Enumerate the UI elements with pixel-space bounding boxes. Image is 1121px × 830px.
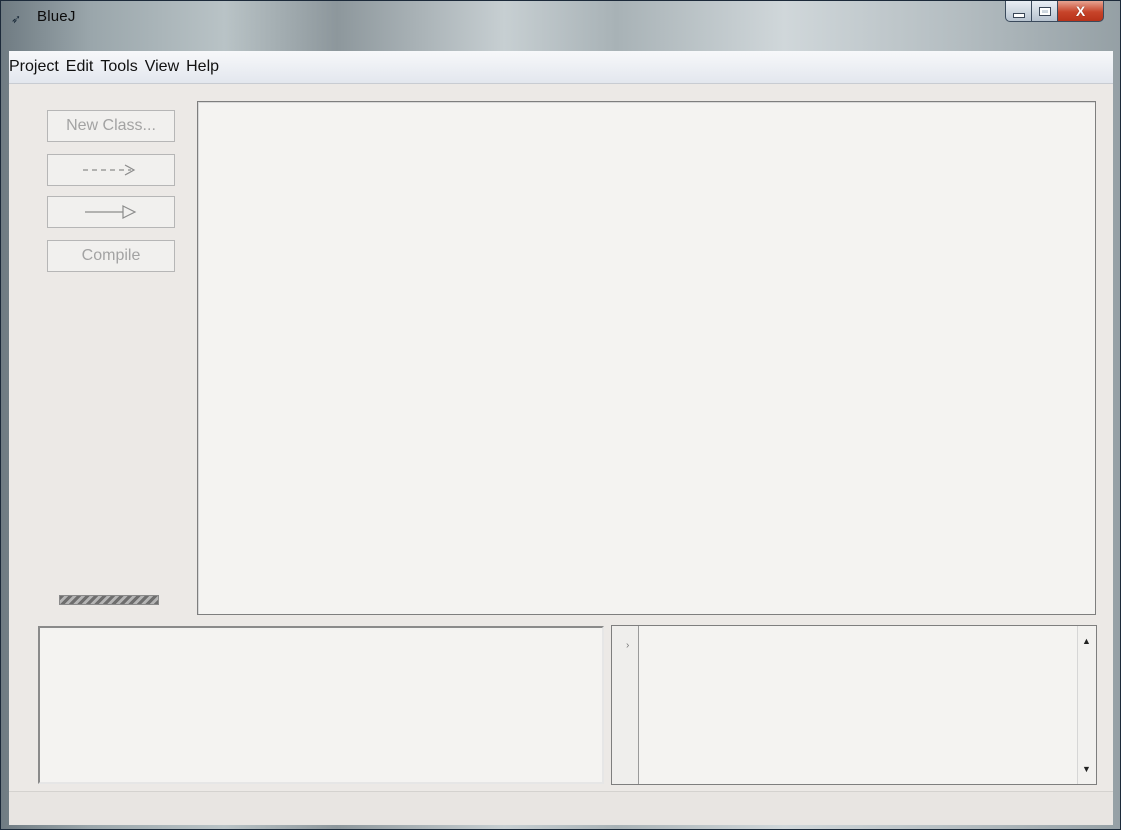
bluej-bird-icon: ➶ (11, 12, 22, 26)
menu-project[interactable]: Project (9, 57, 62, 77)
minimize-icon (1012, 12, 1025, 18)
dashed-uses-arrow-icon (83, 164, 136, 176)
bluej-window: ➶ BlueJ X Project Edit Tools View Help N… (0, 0, 1121, 830)
window-title: BlueJ (37, 8, 76, 25)
menu-edit[interactable]: Edit (63, 57, 97, 77)
inheritance-arrow-button[interactable] (47, 196, 175, 228)
status-bar (9, 791, 1113, 825)
codepad-scrollbar[interactable]: ▲ ▼ (1077, 626, 1096, 784)
close-icon: X (1075, 3, 1086, 19)
main-content: Project Edit Tools View Help New Class..… (9, 51, 1113, 825)
maximize-icon (1038, 6, 1051, 16)
scroll-down-icon[interactable]: ▼ (1082, 764, 1091, 774)
prompt-icon: › (626, 640, 630, 651)
class-diagram-area[interactable] (197, 101, 1096, 615)
new-class-button[interactable]: New Class... (47, 110, 175, 142)
minimize-button[interactable] (1005, 1, 1032, 22)
menu-help[interactable]: Help (183, 57, 222, 77)
window-controls: X (1005, 1, 1104, 23)
close-button[interactable]: X (1058, 1, 1104, 22)
scroll-up-icon[interactable]: ▲ (1082, 636, 1091, 646)
machine-activity-indicator (59, 595, 159, 605)
maximize-button[interactable] (1032, 1, 1058, 22)
uses-arrow-button[interactable] (47, 154, 175, 186)
object-bench[interactable] (38, 626, 604, 784)
menu-tools[interactable]: Tools (97, 57, 140, 77)
title-bar[interactable]: ➶ BlueJ X (1, 1, 1120, 35)
codepad-panel[interactable]: › ▲ ▼ (611, 625, 1097, 785)
menu-view[interactable]: View (142, 57, 182, 77)
menu-bar: Project Edit Tools View Help (9, 51, 1113, 84)
compile-button[interactable]: Compile (47, 240, 175, 272)
inheritance-arrow-icon (85, 205, 137, 219)
codepad-gutter: › (612, 626, 639, 784)
